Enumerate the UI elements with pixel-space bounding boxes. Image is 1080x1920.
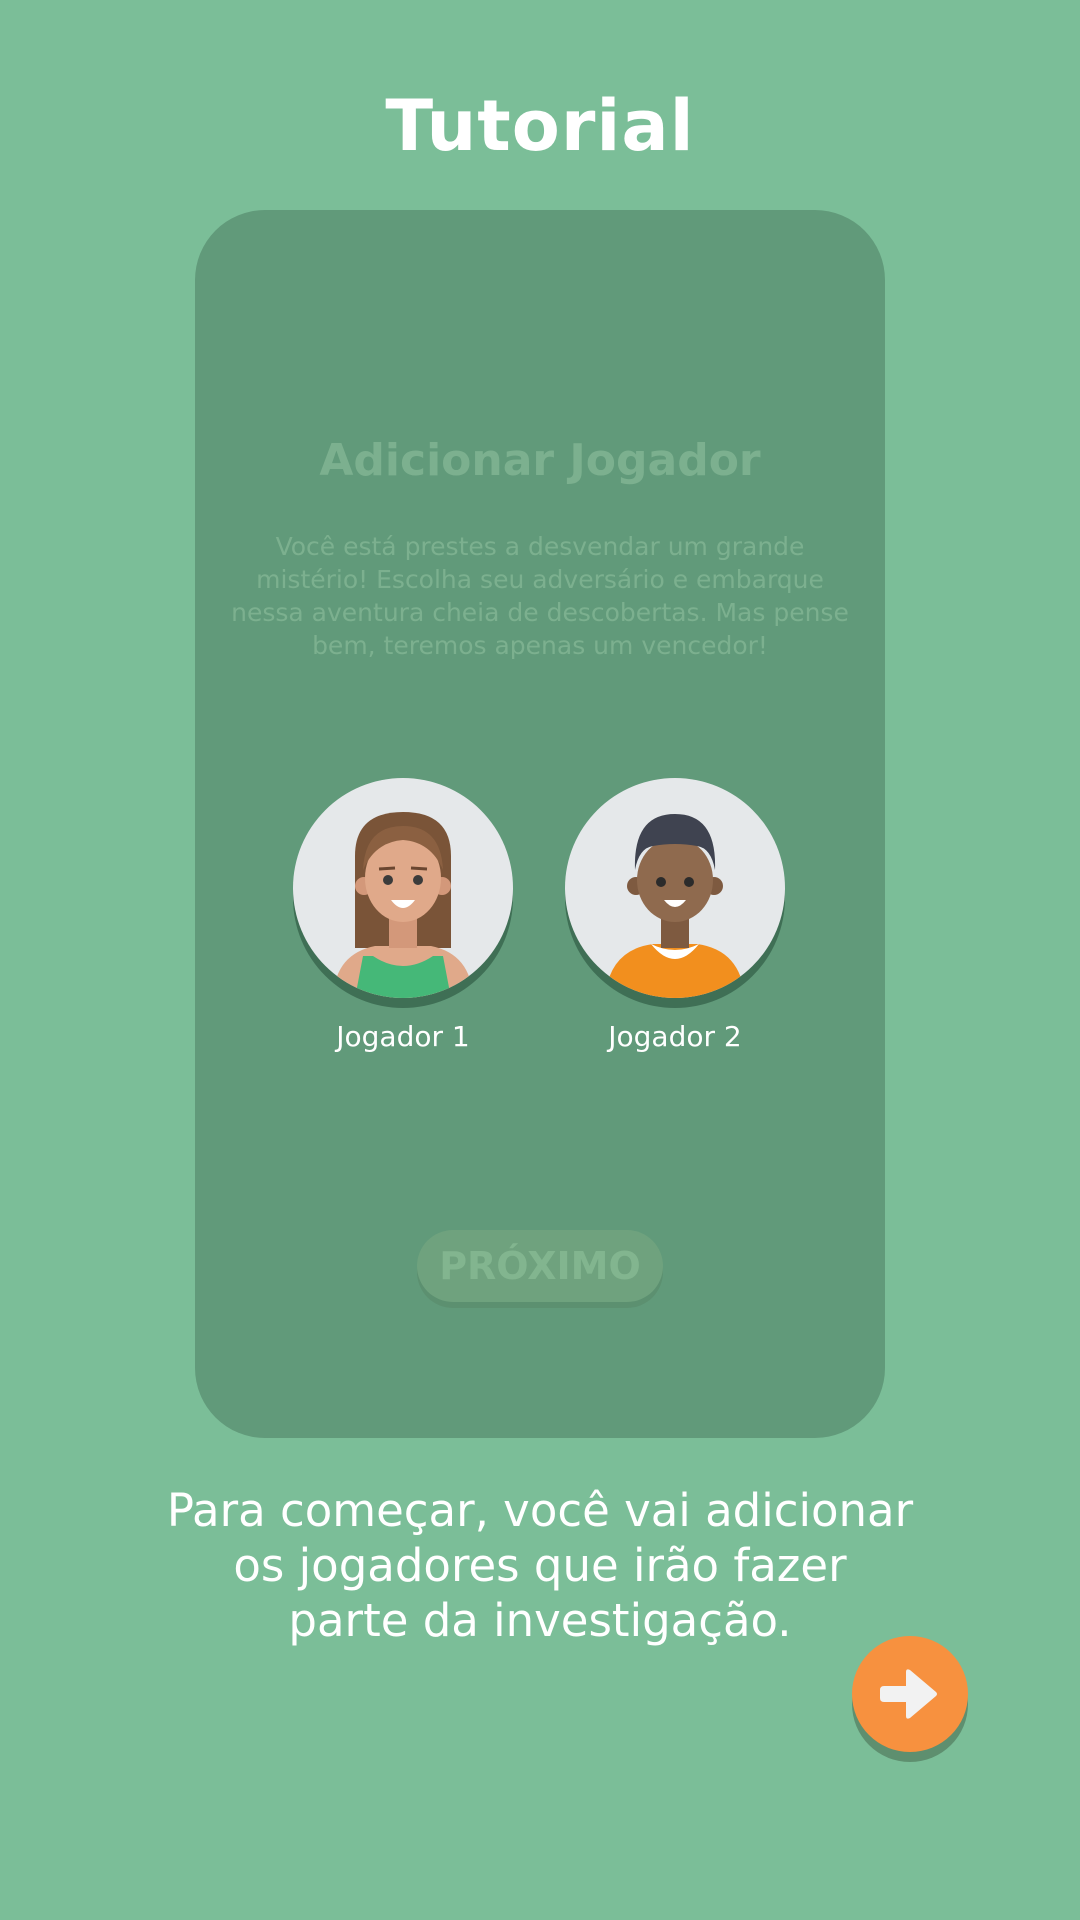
next-arrow-button[interactable]	[852, 1636, 968, 1762]
card-description: Você está prestes a desvendar um grande …	[231, 532, 849, 660]
player-2-label: Jogador 2	[608, 1020, 742, 1053]
next-step-button[interactable]: PRÓXIMO	[417, 1230, 663, 1302]
page-title: Tutorial	[385, 85, 695, 167]
female-avatar-icon	[293, 778, 513, 998]
tutorial-preview-card: Adicionar Jogador Você está prestes a de…	[195, 210, 885, 1438]
instruction-text: Para começar, você vai adicionar os joga…	[100, 1483, 980, 1648]
player-1[interactable]: Jogador 1	[283, 778, 523, 1053]
male-avatar-icon	[565, 778, 785, 998]
instruction-line-3: parte da investigação.	[288, 1594, 792, 1647]
instruction-line-2: os jogadores que irão fazer	[233, 1539, 847, 1592]
card-heading: Adicionar Jogador	[319, 435, 761, 486]
player-2[interactable]: Jogador 2	[555, 778, 795, 1053]
instruction-line-1: Para começar, você vai adicionar	[166, 1484, 914, 1537]
player-1-label: Jogador 1	[336, 1020, 470, 1053]
arrow-right-icon	[880, 1669, 937, 1719]
